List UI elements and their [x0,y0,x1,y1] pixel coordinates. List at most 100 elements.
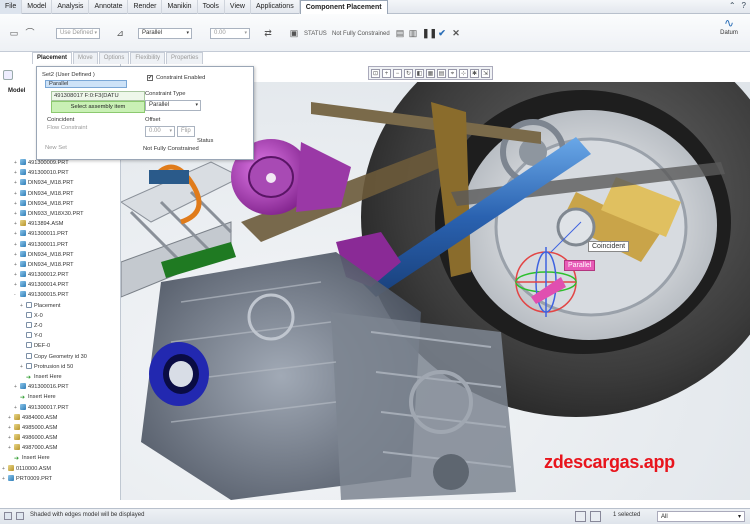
tree-row[interactable]: +4985000.ASM [8,423,120,433]
zoom-in-icon[interactable]: + [382,68,391,78]
display-style-icon[interactable]: ◧ [415,68,424,78]
menu-model[interactable]: Model [22,0,53,14]
tree-row[interactable]: +4984000.ASM [8,413,120,423]
coincident-item[interactable]: Coincident [47,117,74,123]
tree-row-label: Insert Here [22,455,50,462]
find-icon[interactable] [590,511,601,522]
menu-analysis[interactable]: Analysis [52,0,90,14]
assembly-window-icon[interactable]: ▥ [407,27,419,39]
regenerate-icon[interactable] [575,511,586,522]
constraint-rigid-icon[interactable]: ▭ [8,27,20,39]
tree-row-label: 491300012.PRT [28,272,69,279]
tree-row[interactable]: -491300015.PRT [14,290,120,300]
datum-display-icon[interactable]: ⌖ [448,68,457,78]
tree-row[interactable]: +491300011.PRT [14,229,120,239]
menu-file[interactable]: File [0,0,23,14]
menu-component-placement[interactable]: Component Placement [299,0,388,14]
constraint-type-dropdown[interactable]: Parallel ▾ [145,100,201,111]
model-tree-icon[interactable] [3,70,13,80]
tree-row[interactable]: Copy Geometry id 30 [20,352,120,362]
ribbon-toggle-icon[interactable]: ⌃ [729,1,736,10]
tree-row-label: 491300017.PRT [28,404,69,411]
tree-row[interactable]: + DIN933_M18X30.PRT [14,209,120,219]
tree-row[interactable]: +491300011.PRT [14,240,120,250]
tree-row[interactable]: +491300012.PRT [14,270,120,280]
tree-row[interactable]: Y-0 [20,331,120,341]
tree-row-label: 0110000.ASM [16,465,52,472]
tab-move[interactable]: Move [73,52,98,64]
pause-icon[interactable]: ❚❚ [422,27,437,39]
spin-center-icon[interactable]: ✱ [470,68,479,78]
zoom-out-icon[interactable]: − [393,68,402,78]
tree-row[interactable]: +4987000.ASM [8,443,120,453]
menu-applications[interactable]: Applications [251,0,300,14]
tree-row[interactable]: + DIN934_M18.PRT [14,250,120,260]
new-set-link[interactable]: New Set [45,145,67,151]
tree-row[interactable]: +491300017.PRT [14,403,120,413]
tree-row[interactable]: + Placement [20,301,120,311]
flip-icon[interactable]: ⇄ [262,27,274,39]
repaint-icon[interactable]: ↻ [404,68,413,78]
datum-button[interactable]: ∿ Datum [714,16,744,36]
menu-view[interactable]: View [225,0,251,14]
view-toggle-icon[interactable] [16,512,24,520]
offset-input[interactable]: 0.00 ▾ [210,28,250,39]
tree-row[interactable]: + PRT0009.PRT [2,474,120,484]
annotation-display-icon[interactable]: ⊹ [459,68,468,78]
constraint-enabled-checkbox[interactable]: ✔ [147,75,153,81]
cancel-x-icon[interactable]: ✕ [450,27,462,39]
tab-flexibility[interactable]: Flexibility [130,52,166,64]
message-log-icon[interactable] [4,512,12,520]
tree-row[interactable]: +0110000.ASM [2,464,120,474]
tree-row[interactable]: + DIN934_M18.PRT [14,260,120,270]
tree-row[interactable]: +491300010.PRT [14,168,120,178]
constraint-type-select[interactable]: Parallel ▾ [138,28,192,39]
select-assembly-item[interactable]: Select assembly item [51,101,145,113]
tree-row[interactable]: ➔ Insert Here [20,372,120,382]
offset-label: Offset [145,117,161,123]
status-message: Shaded with edges model will be displaye… [30,512,145,518]
parallel-label[interactable]: Parallel [564,260,596,271]
tree-row[interactable]: +491300014.PRT [14,280,120,290]
tree-row[interactable]: ➔ Insert Here [8,453,120,463]
user-defined-select[interactable]: Use Defined ▾ [56,28,100,39]
tree-row[interactable]: +4913894.ASM [14,219,120,229]
help-icon[interactable]: ? [742,1,746,10]
tree-row-label: 491300011.PRT [28,231,69,238]
menu-manikin[interactable]: Manikin [162,0,198,14]
selection-filter-icon[interactable]: ⇲ [481,68,490,78]
menu-annotate[interactable]: Annotate [89,0,129,14]
offset-dropdown[interactable]: 0.00 ▾ [145,126,175,137]
tab-properties[interactable]: Properties [166,52,204,64]
constraint-pin-icon[interactable]: ⌒ [24,27,36,39]
tree-row[interactable]: X-0 [20,311,120,321]
tab-placement[interactable]: Placement [32,52,73,64]
tab-options[interactable]: Options [98,52,130,64]
separate-window-icon[interactable]: ▤ [394,27,406,39]
menu-render[interactable]: Render [128,0,163,14]
flow-constraint-item[interactable]: Flow Constraint [47,125,87,131]
auto-icon[interactable]: ⊿ [114,27,126,39]
ok-check-icon[interactable]: ✔ [436,27,448,39]
tree-row[interactable]: ➔ Insert Here [14,392,120,402]
tree-row[interactable]: DEF-0 [20,341,120,351]
feature-icon [26,362,32,369]
view-manager-icon[interactable]: ▤ [437,68,446,78]
menu-tools[interactable]: Tools [198,0,225,14]
coincident-label[interactable]: Coincident [588,241,630,252]
tree-row-label: 4913894.ASM [28,221,64,228]
tree-row[interactable]: + Protrusion id 50 [20,362,120,372]
model-tab-label[interactable]: Model [8,88,25,94]
tree-row[interactable]: Z-0 [20,321,120,331]
refit-icon[interactable]: ⊡ [371,68,380,78]
tree-row[interactable]: +4986000.ASM [8,433,120,443]
tree-row[interactable]: +491300016.PRT [14,382,120,392]
selection-filter-select[interactable]: All ▾ [657,511,745,522]
saved-orientations-icon[interactable]: ▦ [426,68,435,78]
tree-row[interactable]: + DIN934_M18.PRT [14,189,120,199]
set-label[interactable]: Set2 (User Defined ) [42,72,95,78]
tree-row-label: 491300011.PRT [28,241,69,248]
tree-row[interactable]: + DIN934_M18.PRT [14,178,120,188]
tree-row[interactable]: + DIN934_M18.PRT [14,199,120,209]
flip-button[interactable]: Flip [177,126,195,137]
